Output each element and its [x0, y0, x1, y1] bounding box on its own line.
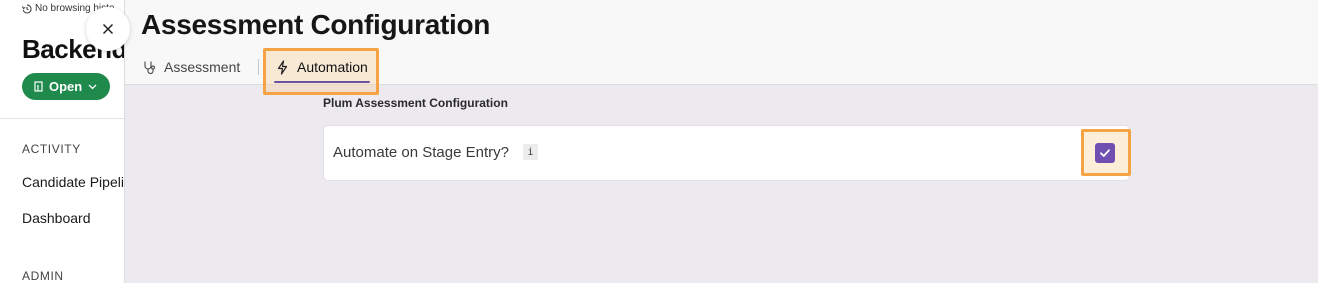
checkmark-icon — [1100, 149, 1110, 157]
assessment-configuration-drawer: Assessment Configuration Assessment Auto… — [124, 0, 1318, 283]
tab-assessment-label: Assessment — [164, 59, 241, 75]
status-dropdown[interactable]: Open — [22, 73, 111, 100]
nav-item-candidate-pipeline[interactable]: Candidate Pipeline — [22, 174, 124, 190]
setting-card: Automate on Stage Entry? i — [323, 125, 1130, 181]
tab-automation[interactable]: Automation — [275, 52, 368, 82]
automate-on-stage-entry-checkbox[interactable] — [1095, 143, 1115, 163]
drawer-header: Assessment Configuration Assessment Auto… — [125, 0, 1318, 95]
lightning-icon — [277, 59, 288, 75]
info-icon[interactable]: i — [523, 144, 538, 160]
tab-automation-label: Automation — [297, 59, 368, 75]
chevron-down-icon — [88, 84, 97, 90]
section-title: Plum Assessment Configuration — [323, 96, 508, 110]
stethoscope-icon — [144, 61, 156, 74]
active-tab-indicator — [274, 81, 370, 83]
close-button[interactable] — [86, 7, 130, 51]
tab-assessment[interactable]: Assessment — [142, 52, 240, 82]
divider — [0, 118, 124, 119]
tab-divider — [258, 59, 259, 75]
status-label: Open — [49, 79, 83, 94]
setting-label: Automate on Stage Entry? — [333, 144, 509, 161]
history-icon — [22, 3, 32, 13]
nav-item-dashboard[interactable]: Dashboard — [22, 210, 91, 226]
section-label-activity: ACTIVITY — [22, 142, 81, 156]
door-icon — [34, 81, 43, 92]
drawer-title: Assessment Configuration — [141, 9, 491, 40]
section-label-admin: ADMIN — [22, 269, 64, 283]
close-icon — [102, 23, 114, 35]
